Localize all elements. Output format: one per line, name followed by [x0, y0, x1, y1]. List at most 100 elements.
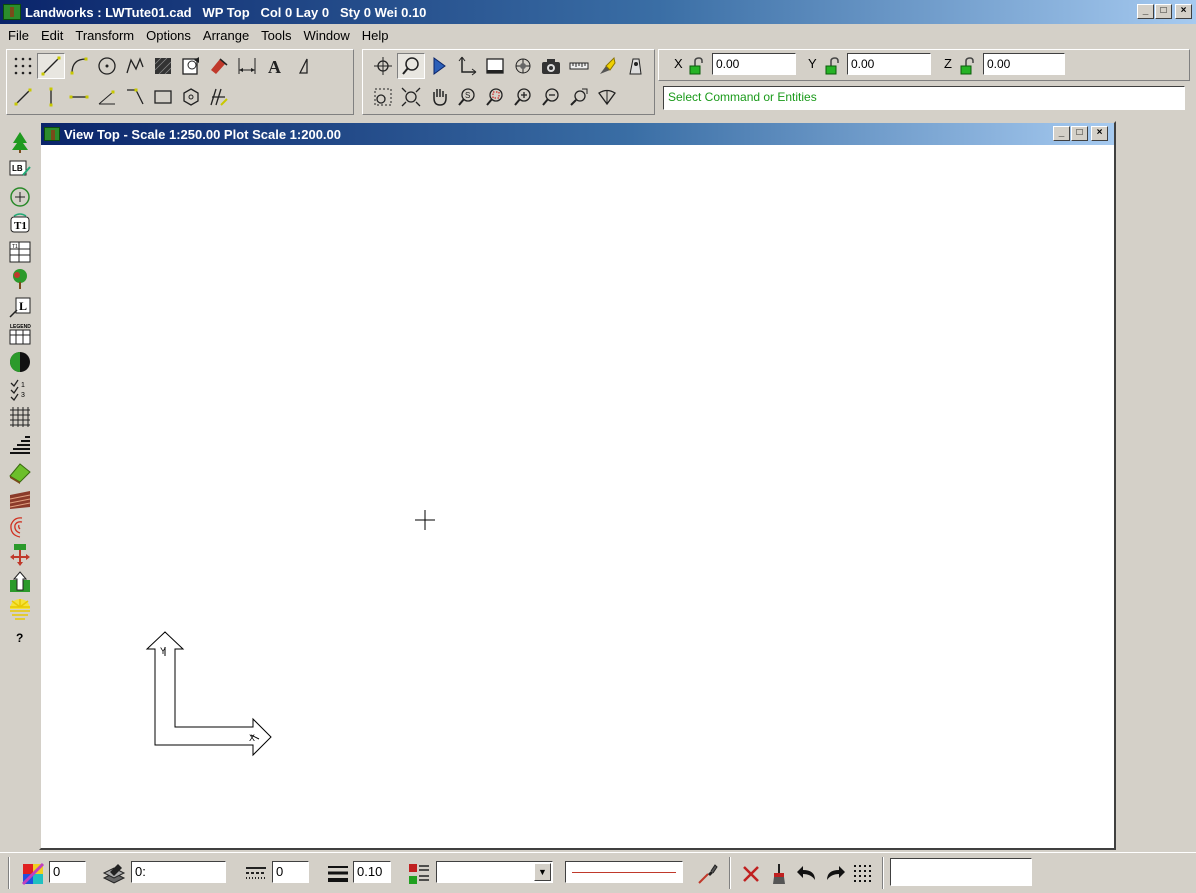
terrain-icon[interactable]: [3, 458, 37, 486]
line-style-icon[interactable]: [243, 861, 269, 887]
svg-text:LEGEND: LEGEND: [10, 324, 31, 330]
zoom-icon[interactable]: [397, 53, 425, 79]
table-icon[interactable]: T1: [3, 238, 37, 266]
text-t1-icon[interactable]: T1: [3, 211, 37, 239]
hatch-fill-icon[interactable]: [149, 53, 177, 79]
y-lock-icon[interactable]: [825, 57, 841, 75]
menu-options[interactable]: Options: [140, 28, 197, 43]
command-prompt[interactable]: Select Command or Entities: [663, 86, 1185, 110]
snap-target-icon[interactable]: [369, 53, 397, 79]
plant-icon[interactable]: [3, 266, 37, 294]
vertical-line-icon[interactable]: [37, 84, 65, 110]
redo-icon[interactable]: [822, 861, 848, 887]
undo-icon[interactable]: [794, 861, 820, 887]
zoom-scale-icon[interactable]: S: [453, 84, 481, 110]
connected-line-icon[interactable]: [121, 84, 149, 110]
menu-edit[interactable]: Edit: [35, 28, 69, 43]
layer-icon[interactable]: [101, 861, 127, 887]
pan-hand-icon[interactable]: [425, 84, 453, 110]
symbol-tool-icon[interactable]: [177, 53, 205, 79]
point-tool-icon[interactable]: [9, 53, 37, 79]
polyline-tool-icon[interactable]: [121, 53, 149, 79]
orbit-icon[interactable]: [509, 53, 537, 79]
zoom-out-icon[interactable]: [537, 84, 565, 110]
measure-icon[interactable]: [565, 53, 593, 79]
zoom-extents-icon[interactable]: [397, 84, 425, 110]
level-l-icon[interactable]: L: [3, 293, 37, 321]
close-button[interactable]: ×: [1175, 4, 1192, 19]
dimension-tool-icon[interactable]: [233, 53, 261, 79]
stairs-icon[interactable]: [3, 431, 37, 459]
fraction-icon[interactable]: 13: [3, 376, 37, 404]
view-maximize-button[interactable]: □: [1071, 126, 1088, 141]
tree-icon[interactable]: [3, 128, 37, 156]
elevate-icon[interactable]: [3, 568, 37, 596]
zoom-previous-icon[interactable]: [565, 84, 593, 110]
zoom-window-icon[interactable]: [369, 84, 397, 110]
angle-tool-icon[interactable]: [289, 53, 317, 79]
layer-input[interactable]: 0:: [131, 861, 226, 883]
menu-window[interactable]: Window: [298, 28, 356, 43]
camera-icon[interactable]: [537, 53, 565, 79]
zoom-in-icon[interactable]: [509, 84, 537, 110]
help-icon[interactable]: ?: [3, 623, 37, 651]
legend-icon[interactable]: LEGEND: [3, 321, 37, 349]
eyedropper-icon[interactable]: [695, 861, 721, 887]
view-angle-icon[interactable]: [593, 84, 621, 110]
draw-tool-icon[interactable]: [205, 53, 233, 79]
menu-tools[interactable]: Tools: [255, 28, 297, 43]
grid-icon[interactable]: [3, 403, 37, 431]
axis-origin-icon[interactable]: [453, 53, 481, 79]
label-icon[interactable]: LB: [3, 156, 37, 184]
line-tool-icon[interactable]: [37, 53, 65, 79]
x-lock-icon[interactable]: [689, 57, 705, 75]
arc-tool-icon[interactable]: [65, 53, 93, 79]
rectangle-tool-icon[interactable]: [149, 84, 177, 110]
minimize-button[interactable]: _: [1137, 4, 1154, 19]
pattern-icon[interactable]: [406, 861, 432, 887]
style-input[interactable]: 0: [272, 861, 309, 883]
zoom-selection-icon[interactable]: [481, 84, 509, 110]
render-icon[interactable]: [621, 53, 649, 79]
view-minimize-button[interactable]: _: [1053, 126, 1070, 141]
cancel-x-icon[interactable]: [738, 861, 764, 887]
angle-line-icon[interactable]: [93, 84, 121, 110]
view-close-button[interactable]: ×: [1091, 126, 1108, 141]
sun-icon[interactable]: [3, 596, 37, 624]
viewport-icon[interactable]: [481, 53, 509, 79]
drawing-canvas[interactable]: Y X: [41, 145, 1114, 848]
line-weight-icon[interactable]: [325, 861, 351, 887]
z-lock-icon[interactable]: [960, 57, 976, 75]
snap-grid-icon[interactable]: [850, 861, 876, 887]
select-arrow-icon[interactable]: [425, 53, 453, 79]
color-palette-icon[interactable]: [20, 861, 46, 887]
menu-arrange[interactable]: Arrange: [197, 28, 255, 43]
dropdown-arrow-icon[interactable]: ▼: [534, 863, 551, 881]
view-title-bar[interactable]: View Top - Scale 1:250.00 Plot Scale 1:2…: [41, 123, 1114, 145]
maximize-button[interactable]: □: [1155, 4, 1172, 19]
polygon-tool-icon[interactable]: [177, 84, 205, 110]
line-preview[interactable]: [565, 861, 683, 883]
view-app-icon: [44, 127, 60, 141]
menu-help[interactable]: Help: [356, 28, 395, 43]
z-coordinate-input[interactable]: 0.00: [983, 53, 1065, 75]
y-coordinate-input[interactable]: 0.00: [847, 53, 931, 75]
move-icon[interactable]: [3, 541, 37, 569]
path-tool-icon[interactable]: [205, 84, 233, 110]
x-coordinate-input[interactable]: 0.00: [712, 53, 796, 75]
text-tool-icon[interactable]: A: [261, 53, 289, 79]
menu-transform[interactable]: Transform: [69, 28, 140, 43]
half-circle-icon[interactable]: [3, 348, 37, 376]
menu-file[interactable]: File: [2, 28, 35, 43]
circle-tool-icon[interactable]: [93, 53, 121, 79]
horizontal-line-icon[interactable]: [65, 84, 93, 110]
weight-input[interactable]: 0.10: [353, 861, 391, 883]
color-input[interactable]: 0: [49, 861, 86, 883]
paint-brush-icon[interactable]: [766, 861, 792, 887]
light-icon[interactable]: [593, 53, 621, 79]
line-segment-icon[interactable]: [9, 84, 37, 110]
hatch-icon[interactable]: [3, 486, 37, 514]
target-icon[interactable]: [3, 183, 37, 211]
app-title-bar[interactable]: Landworks : LWTute01.cad WP Top Col 0 La…: [0, 0, 1196, 24]
contour-icon[interactable]: [3, 513, 37, 541]
